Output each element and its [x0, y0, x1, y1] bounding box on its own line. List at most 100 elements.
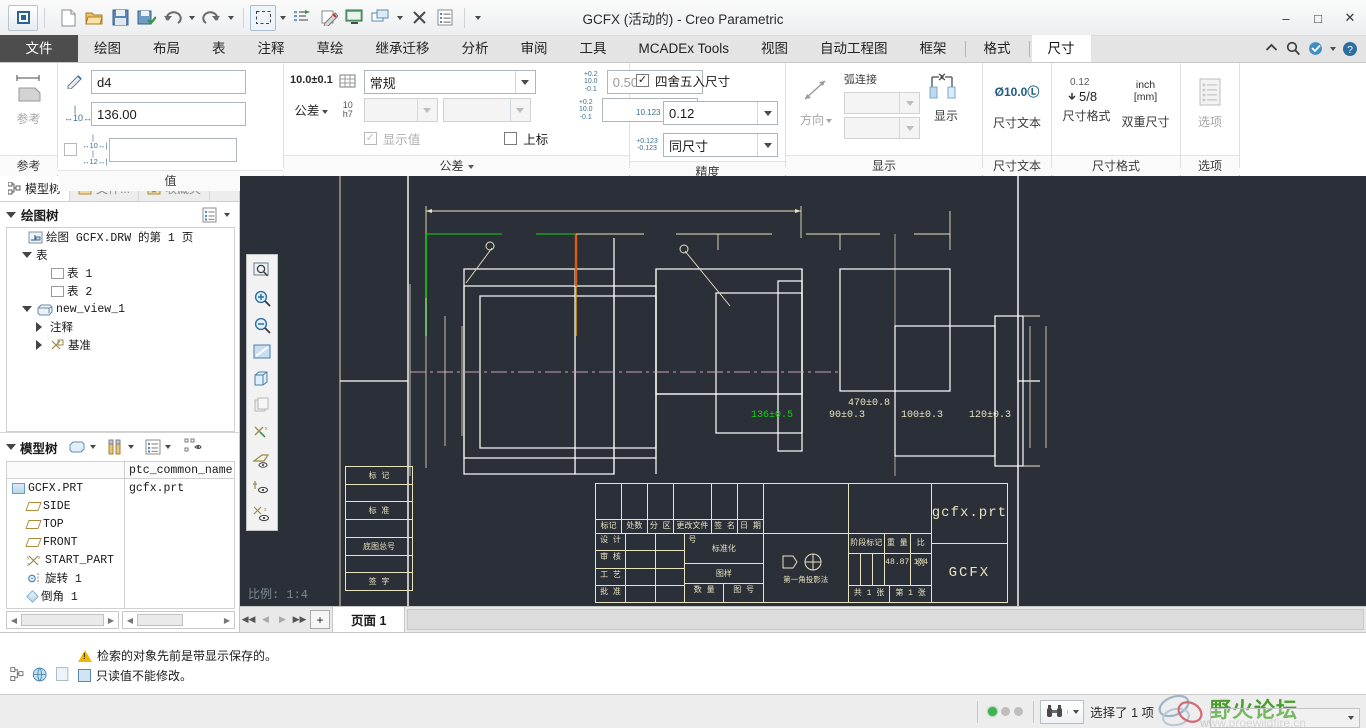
tab-table[interactable]: 表	[196, 35, 242, 62]
maximize-button[interactable]: □	[1302, 0, 1334, 36]
override-value-checkbox[interactable]	[64, 143, 77, 157]
redo-icon[interactable]	[198, 5, 224, 31]
tree-item-table-2[interactable]: 表 2	[7, 282, 234, 300]
model-tree-row-front[interactable]: FRONT	[7, 533, 124, 551]
tab-annotate[interactable]: 注释	[242, 35, 301, 62]
save-as-icon[interactable]	[133, 5, 159, 31]
tree-item-datums[interactable]: 基准	[7, 336, 234, 354]
chevron-down-icon[interactable]	[509, 99, 530, 121]
chevron-down-icon[interactable]	[6, 444, 16, 450]
tab-tools[interactable]: 工具	[564, 35, 623, 62]
model-tree-row-top[interactable]: TOP	[7, 515, 124, 533]
quick-help-dropdown-arrow[interactable]	[1327, 36, 1338, 62]
tab-layout[interactable]: 布局	[137, 35, 196, 62]
overflow-icon[interactable]	[471, 5, 484, 31]
tools-dropdown-arrow[interactable]	[126, 434, 137, 460]
last-page-button[interactable]: ▶▶	[291, 607, 308, 632]
next-page-button[interactable]: ▶	[274, 607, 291, 632]
draw-tree[interactable]: 绘图 GCFX.DRW 的第 1 页 表 表 1 表 2 new_view_1 …	[6, 227, 235, 432]
tree-item-new-view-1[interactable]: new_view_1	[7, 300, 234, 318]
chevron-down-icon[interactable]	[416, 99, 437, 121]
add-page-button[interactable]: +	[310, 610, 330, 629]
scroll-right-icon[interactable]: ▶	[220, 612, 234, 628]
blank-page-icon[interactable]	[55, 665, 70, 684]
settings-dropdown-arrow[interactable]	[163, 434, 174, 460]
zoom-fit-icon[interactable]	[249, 258, 275, 284]
chevron-down-icon[interactable]	[6, 211, 16, 218]
prev-page-button[interactable]: ◀	[257, 607, 274, 632]
redo-dropdown-arrow[interactable]	[224, 5, 237, 31]
collapse-ribbon-icon[interactable]	[1261, 39, 1281, 59]
model-tree-row-chamfer-1[interactable]: 倒角 1	[7, 587, 124, 605]
datum-plane-display-icon[interactable]: x	[249, 420, 275, 446]
show-value-checkbox[interactable]: ✓	[363, 132, 377, 145]
tab-view[interactable]: 视图	[745, 35, 804, 62]
model-tree-row-revolve-1[interactable]: 旋转 1	[7, 569, 124, 587]
select-dropdown-arrow[interactable]	[276, 5, 289, 31]
regenerate-icon[interactable]	[289, 5, 315, 31]
chevron-right-icon[interactable]	[35, 340, 47, 350]
arc-connect-combo-a[interactable]	[844, 92, 920, 114]
repaint-icon[interactable]	[367, 5, 393, 31]
model-tree-toggle-icon[interactable]	[10, 665, 25, 684]
superscript-checkbox-row[interactable]: 上标	[504, 129, 548, 148]
tab-review[interactable]: 审阅	[505, 35, 564, 62]
decimal-places-combo[interactable]: 0.12	[663, 101, 778, 125]
chevron-down-icon[interactable]	[1343, 709, 1359, 727]
tab-mcadex-tools[interactable]: MCADEx Tools	[623, 35, 746, 62]
side-table[interactable]: 标 记 标 准 底图总号 签 字	[345, 466, 413, 591]
select-box-icon[interactable]	[250, 4, 276, 31]
new-file-icon[interactable]	[55, 5, 81, 31]
display-arrows-button[interactable]: 显示	[924, 69, 968, 124]
title-block[interactable]: 标记 处数 分 区 更改文件号 签 名 日 期 设 计 审 核 工 艺 批 准 …	[595, 483, 1008, 603]
scroll-right-icon[interactable]: ▶	[104, 612, 118, 628]
zoom-out-icon[interactable]	[249, 312, 275, 338]
list-icon[interactable]	[432, 5, 458, 31]
chevron-down-icon[interactable]	[899, 92, 919, 114]
tree-item-tables[interactable]: 表	[7, 246, 234, 264]
dimension-format-button[interactable]: 0.12 5/8 尺寸格式	[1058, 71, 1115, 124]
model-tree-row-side[interactable]: SIDE	[7, 497, 124, 515]
arc-connect-combo-b[interactable]	[844, 117, 920, 139]
model-tree-row-start-part[interactable]: yzx START_PART	[7, 551, 124, 569]
options-button[interactable]: 选项	[1187, 73, 1233, 130]
window-icon[interactable]	[341, 5, 367, 31]
tolerance-precision-combo[interactable]: 同尺寸	[663, 133, 778, 157]
chevron-down-icon[interactable]	[757, 102, 777, 124]
tree-item-drawing-page[interactable]: 绘图 GCFX.DRW 的第 1 页	[7, 228, 234, 246]
model-tree-hscrollbar-left[interactable]: ◀ ▶	[6, 611, 119, 629]
open-folder-icon[interactable]	[81, 5, 107, 31]
shading-icon[interactable]	[249, 366, 275, 392]
display-style-dropdown-arrow[interactable]	[88, 434, 99, 460]
quick-help-icon[interactable]	[1305, 39, 1325, 59]
chevron-down-icon[interactable]	[22, 306, 32, 312]
datum-axis-display-icon[interactable]	[249, 447, 275, 473]
tab-file[interactable]: 文件	[0, 35, 78, 62]
search-icon[interactable]	[1283, 39, 1303, 59]
tab-framework[interactable]: 框架	[904, 35, 963, 62]
chevron-down-icon[interactable]	[22, 252, 32, 258]
direction-button[interactable]: 方向	[792, 69, 840, 128]
minimize-button[interactable]: –	[1270, 0, 1302, 36]
tolerance-fit-combo[interactable]	[363, 98, 438, 122]
reference-button[interactable]: 参考	[6, 68, 51, 127]
tab-auto-drawing[interactable]: 自动工程图	[804, 35, 904, 62]
chevron-down-icon[interactable]	[757, 134, 777, 156]
watermark-dropdown[interactable]	[1210, 707, 1360, 728]
first-page-button[interactable]: ◀◀	[240, 607, 257, 632]
tolerance-mode-combo[interactable]: 常规	[363, 70, 536, 94]
help-icon[interactable]: ?	[1340, 39, 1360, 59]
find-dropdown-arrow[interactable]	[1067, 709, 1083, 714]
creo-app-button[interactable]	[8, 4, 38, 31]
repaint-icon[interactable]	[249, 339, 275, 365]
tree-item-annotations[interactable]: 注释	[7, 318, 234, 336]
scroll-left-icon[interactable]: ◀	[123, 612, 137, 628]
datum-csys-display-icon[interactable]: x	[249, 501, 275, 527]
find-button[interactable]	[1040, 699, 1085, 724]
save-icon[interactable]	[107, 5, 133, 31]
model-tree-row-chamfer-2[interactable]: 倒角 2	[7, 605, 124, 608]
close-window-icon[interactable]	[406, 5, 432, 31]
superscript-checkbox[interactable]	[504, 132, 518, 145]
chevron-right-icon[interactable]	[35, 322, 47, 332]
annotate-icon[interactable]	[315, 5, 341, 31]
